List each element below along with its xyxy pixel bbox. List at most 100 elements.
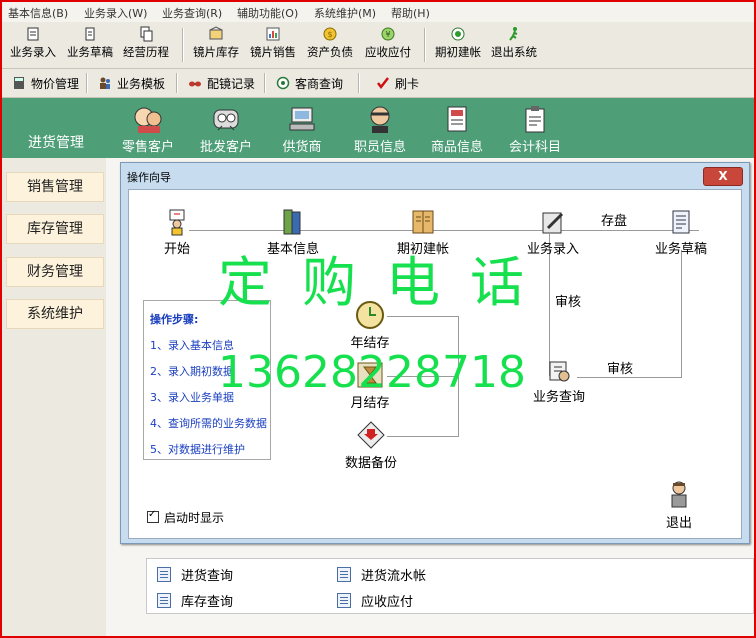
running-man-icon — [509, 27, 518, 41]
sidebar-item-system-maintenance[interactable]: 系统维护 — [6, 299, 104, 329]
flow-label: 数据备份 — [344, 456, 397, 471]
flow-audit-label: 审核 — [555, 295, 582, 310]
link-inventory-query[interactable]: 库存查询 — [157, 591, 233, 610]
flow-line — [681, 250, 682, 378]
wizard-dialog: 操作向导 X 开始 基本信息 期初建帐 业务录入 存盘 业务草稿 审核 审核 年… — [120, 162, 750, 544]
toolbar-business-entry-button[interactable]: 业务录入 — [10, 26, 56, 66]
target-icon — [451, 27, 465, 41]
menu-business-entry[interactable]: 业务录入(W) — [84, 5, 147, 21]
svg-text:¥: ¥ — [385, 30, 390, 39]
glasses-icon — [189, 81, 201, 87]
doc-icon — [337, 567, 351, 582]
nav-accounting-subject[interactable]: 会计科目 — [506, 104, 564, 155]
toolbar-lens-stock-button[interactable]: 镜片库存 — [192, 26, 240, 66]
ledger-book-icon — [412, 210, 434, 234]
scroll-doc-icon — [672, 210, 690, 234]
clipboard-icon — [525, 106, 545, 133]
link-receivable-payable[interactable]: 应收应付 — [337, 591, 413, 610]
step-item: 5、对数据进行维护 — [150, 443, 245, 456]
link-label: 进货查询 — [181, 569, 234, 584]
toolbar-history-button[interactable]: 经营历程 — [122, 26, 170, 66]
flow-business-draft[interactable]: 业务草稿 — [649, 208, 713, 257]
flow-year-end[interactable]: 年结存 — [345, 300, 395, 351]
toolbar-opening-account-button[interactable]: 期初建帐 — [434, 26, 482, 66]
copy-icon — [140, 26, 153, 42]
toolbar-separator — [358, 73, 360, 93]
flow-exit-button[interactable]: 退出 — [659, 480, 699, 531]
steps-panel: 操作步骤: 1、录入基本信息 2、录入期初数据 3、录入业务单据 4、查询所需的… — [143, 300, 271, 460]
nav-supplier[interactable]: 供货商 — [276, 104, 328, 155]
toolbar-exit-system-button[interactable]: 退出系统 — [490, 26, 538, 66]
toolbar2-label: 配镜记录 — [207, 77, 256, 91]
flow-line — [387, 316, 459, 317]
doc-icon — [157, 593, 171, 608]
flow-basic-info[interactable]: 基本信息 — [263, 208, 323, 257]
edit-pencil-icon — [542, 212, 564, 234]
client-query-button[interactable]: 客商查询 — [276, 75, 343, 92]
nav-product-info[interactable]: 商品信息 — [428, 104, 486, 155]
step-item: 1、录入基本信息 — [150, 339, 234, 352]
svg-text:$: $ — [327, 30, 332, 39]
sidebar-item-sales-management[interactable]: 销售管理 — [6, 172, 104, 202]
checkmark-icon — [377, 77, 389, 90]
link-purchase-query[interactable]: 进货查询 — [157, 565, 233, 584]
flow-line — [387, 376, 459, 377]
flow-business-entry[interactable]: 业务录入 — [523, 208, 583, 257]
nav-label: 批发客户 — [199, 140, 252, 155]
wizard-panel: 开始 基本信息 期初建帐 业务录入 存盘 业务草稿 审核 审核 年结存 月结存 … — [128, 189, 742, 539]
exit-person-icon — [671, 481, 687, 508]
sidebar-item-purchase-management[interactable]: 进货管理 — [6, 128, 106, 158]
flow-month-end[interactable]: 月结存 — [345, 360, 395, 411]
business-template-button[interactable]: 业务模板 — [98, 75, 165, 92]
dialog-title: 操作向导 — [127, 171, 171, 184]
pencil-doc-icon — [27, 27, 39, 41]
toolbar-assets-liabilities-button[interactable]: $ 资产负债 — [306, 26, 354, 66]
search-globe-icon — [276, 76, 290, 90]
flow-line — [577, 377, 682, 378]
nav-label: 零售客户 — [121, 140, 174, 155]
step-item: 4、查询所需的业务数据 — [150, 417, 267, 430]
toolbar-lens-sales-button[interactable]: 镜片销售 — [249, 26, 297, 66]
toolbar-separator — [176, 73, 178, 93]
toolbar-receivable-payable-button[interactable]: ¥ 应收应付 — [364, 26, 412, 66]
toolbar-label: 应收应付 — [365, 45, 411, 59]
link-purchase-journal[interactable]: 进货流水帐 — [337, 565, 426, 584]
menu-system-maintenance[interactable]: 系统维护(M) — [314, 5, 376, 21]
flow-opening-account[interactable]: 期初建帐 — [393, 208, 453, 257]
show-on-startup-checkbox[interactable]: 启动时显示 — [147, 509, 224, 526]
flow-label: 开始 — [163, 242, 190, 257]
flow-label: 业务查询 — [532, 390, 585, 405]
flow-audit-label: 审核 — [607, 362, 634, 377]
checkbox-box[interactable] — [147, 509, 159, 523]
nav-wholesale-customer[interactable]: 批发客户 — [196, 104, 256, 155]
sidebar-item-inventory-management[interactable]: 库存管理 — [6, 214, 104, 244]
toolbar-business-draft-button[interactable]: 业务草稿 — [66, 26, 114, 66]
price-management-button[interactable]: 物价管理 — [12, 75, 79, 92]
menu-help[interactable]: 帮助(H) — [391, 5, 430, 21]
nav-label: 供货商 — [282, 140, 322, 155]
flow-start[interactable]: 开始 — [157, 208, 197, 257]
menu-auxiliary[interactable]: 辅助功能(O) — [237, 5, 298, 21]
nav-retail-customer[interactable]: 零售客户 — [118, 104, 178, 155]
flow-business-query[interactable]: 业务查询 — [527, 358, 591, 405]
swipe-card-button[interactable]: 刷卡 — [376, 75, 419, 92]
flag-man-icon — [169, 209, 185, 236]
nav-staff-info[interactable]: 职员信息 — [352, 104, 408, 155]
toolbar-separator — [182, 28, 184, 62]
close-button[interactable]: X — [703, 167, 743, 186]
flow-label: 基本信息 — [266, 242, 319, 257]
doc-icon — [157, 567, 171, 582]
hourglass-icon — [357, 362, 383, 388]
menu-business-query[interactable]: 业务查询(R) — [162, 5, 222, 21]
flow-data-backup[interactable]: 数据备份 — [341, 420, 401, 471]
menu-basic-info[interactable]: 基本信息(B) — [8, 5, 68, 21]
app-window: 基本信息(B) 业务录入(W) 业务查询(R) 辅助功能(O) 系统维护(M) … — [0, 0, 756, 638]
main-toolbar: 业务录入 业务草稿 经营历程 镜片库存 镜片销售 $ 资产负债 ¥ 应收应付 期… — [2, 22, 754, 69]
steps-title: 操作步骤: — [150, 313, 199, 326]
step-item: 3、录入业务单据 — [150, 391, 234, 404]
top-navigation: 零售客户 批发客户 供货商 职员信息 商品信息 会计科目 — [106, 98, 754, 158]
glasses-record-button[interactable]: 配镜记录 — [188, 75, 255, 92]
sidebar-item-finance-management[interactable]: 财务管理 — [6, 257, 104, 287]
toolbar2-label: 刷卡 — [395, 77, 420, 91]
toolbar-separator — [264, 73, 266, 93]
